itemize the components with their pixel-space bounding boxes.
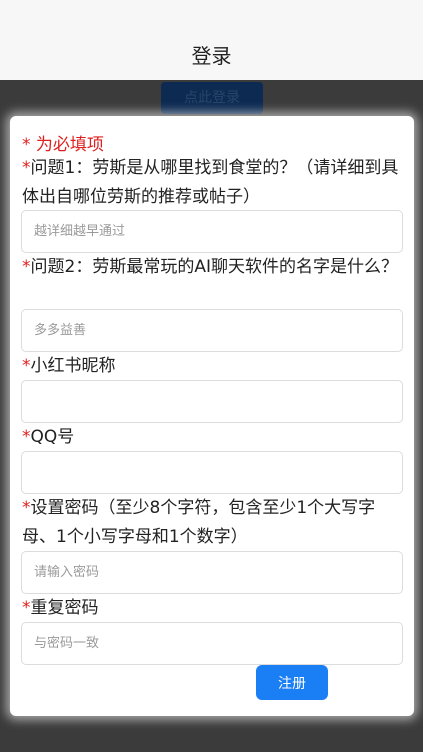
question2-input[interactable]: [21, 309, 403, 352]
required-marker: *: [22, 598, 31, 618]
required-marker: *: [22, 356, 31, 376]
required-note: * 为必填项: [22, 135, 104, 155]
repeat-password-label: *重复密码: [22, 594, 402, 623]
password-input[interactable]: [21, 551, 403, 594]
required-marker: *: [22, 427, 31, 447]
xiaohongshu-nickname-label: *小红书昵称: [22, 352, 402, 381]
password-label: *设置密码（至少8个字符，包含至少1个大写字母、1个小写字母和1个数字）: [22, 494, 402, 552]
xiaohongshu-nickname-input[interactable]: [21, 380, 403, 423]
qq-number-label-text: QQ号: [30, 427, 75, 447]
qq-number-input[interactable]: [21, 451, 403, 494]
page-title: 登录: [191, 44, 232, 68]
repeat-password-label-text: 重复密码: [30, 598, 99, 618]
question1-input[interactable]: [21, 210, 403, 253]
register-form-card: * 为必填项 *问题1：劳斯是从哪里找到食堂的？（请详细到具体出自哪位劳斯的推荐…: [10, 116, 414, 716]
question2-label: *问题2：劳斯最常玩的AI聊天软件的名字是什么？: [22, 253, 402, 282]
repeat-password-input[interactable]: [21, 622, 403, 665]
required-marker: *: [22, 498, 31, 518]
top-bar: 登录: [0, 0, 423, 80]
register-button[interactable]: 注册: [256, 665, 328, 700]
xiaohongshu-nickname-label-text: 小红书昵称: [30, 356, 116, 376]
login-button: 点此登录: [161, 82, 263, 114]
qq-number-label: *QQ号: [22, 423, 402, 452]
question2-label-text: 问题2：劳斯最常玩的AI聊天软件的名字是什么？: [30, 257, 398, 277]
password-label-text: 设置密码（至少8个字符，包含至少1个大写字母、1个小写字母和1个数字）: [22, 498, 376, 547]
required-marker: *: [22, 158, 31, 178]
question1-label: *问题1：劳斯是从哪里找到食堂的？（请详细到具体出自哪位劳斯的推荐或帖子）: [22, 154, 402, 212]
required-marker: *: [22, 257, 31, 277]
question1-label-text: 问题1：劳斯是从哪里找到食堂的？（请详细到具体出自哪位劳斯的推荐或帖子）: [22, 158, 399, 207]
